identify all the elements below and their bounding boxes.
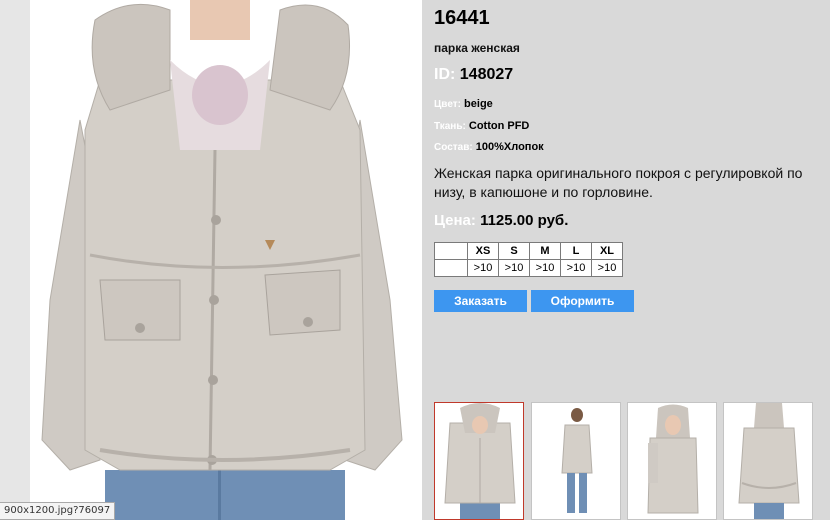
product-type: парка женская [434,41,520,55]
size-header-m: M [529,242,561,260]
fabric-row: Ткань: Cotton PFD [434,120,529,132]
qty-corner-cell [434,259,468,277]
status-url-tooltip: 900x1200.jpg?76097 [0,502,116,520]
left-margin [0,0,30,520]
price-label: Цена: [434,212,476,229]
order-button[interactable]: Заказать [434,290,527,312]
size-header-s: S [498,242,530,260]
thumbnail-3[interactable] [627,402,717,520]
price-value: 1125.00 руб. [480,212,569,229]
composition-label: Состав: [434,142,473,153]
checkout-button[interactable]: Оформить [531,290,634,312]
product-sku: 16441 [434,7,490,29]
fabric-label: Ткань: [434,121,466,132]
size-header-row: XS S M L XL [434,242,623,260]
price-row: Цена: 1125.00 руб. [434,212,568,229]
fabric-value: Cotton PFD [468,120,530,132]
id-value: 148027 [459,66,514,83]
qty-s: >10 [498,259,530,277]
product-description: Женская парка оригинального покроя с рег… [434,165,803,200]
product-id-row: ID: 148027 [434,66,513,84]
color-label: Цвет: [434,99,461,110]
thumbnail-2[interactable] [531,402,621,520]
size-header-xl: XL [591,242,623,260]
color-row: Цвет: beige [434,98,493,110]
size-header-l: L [560,242,592,260]
composition-row: Состав: 100%Хлопок [434,141,544,153]
composition-value: 100%Хлопок [475,141,544,153]
size-qty-row: >10 >10 >10 >10 >10 [434,259,623,277]
id-label: ID: [434,66,456,83]
qty-l: >10 [560,259,592,277]
thumbnail-1[interactable] [434,402,524,520]
size-header-xs: XS [467,242,499,260]
size-table: XS S M L XL >10 >10 >10 >10 >10 [434,242,623,277]
qty-xl: >10 [591,259,623,277]
qty-xs: >10 [467,259,499,277]
qty-m: >10 [529,259,561,277]
color-value: beige [464,98,493,110]
main-product-photo[interactable] [30,0,422,520]
thumbnail-4[interactable] [723,402,813,520]
size-corner-cell [434,242,468,260]
